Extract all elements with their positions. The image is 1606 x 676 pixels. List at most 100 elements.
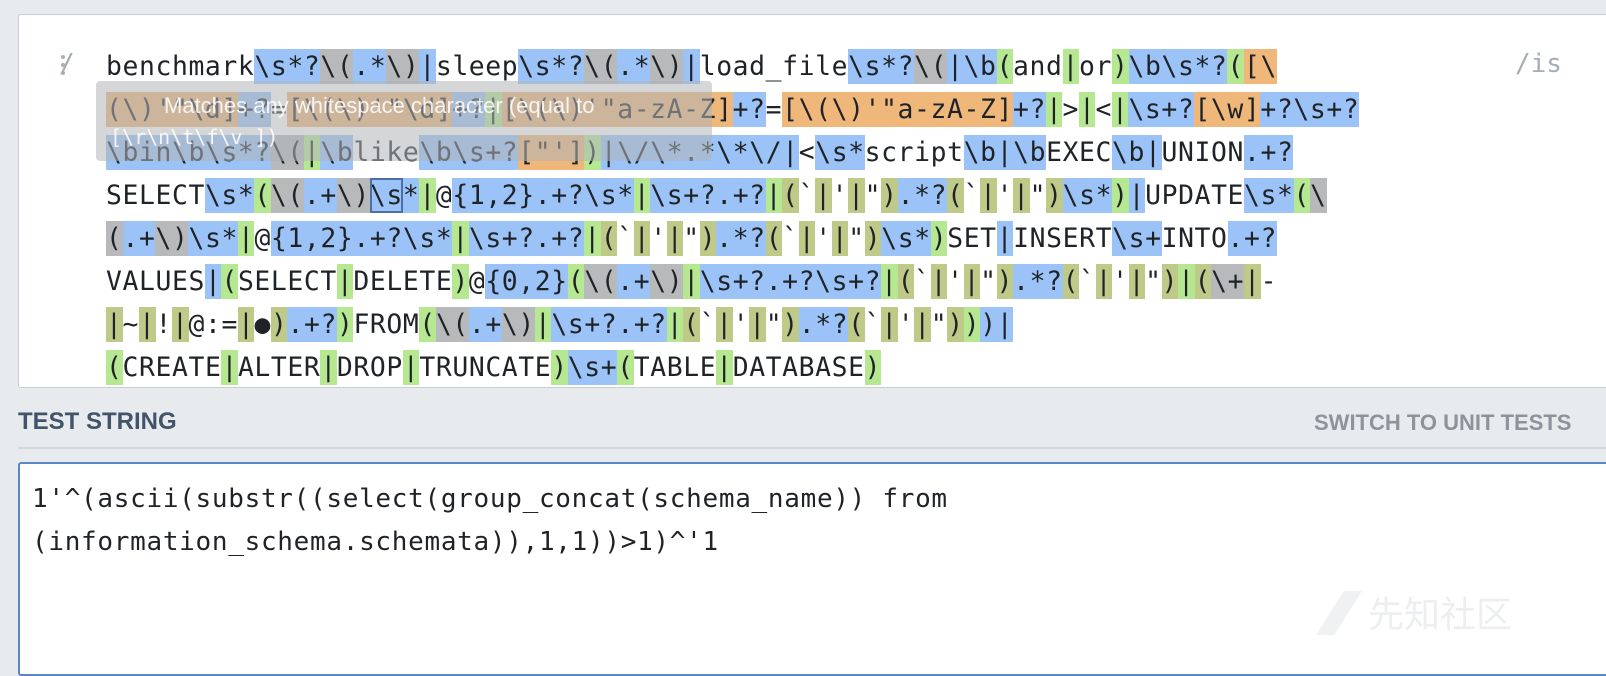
regex-token: | xyxy=(914,307,931,342)
regex-token: \s* xyxy=(204,178,255,213)
regex-token: sleep xyxy=(435,51,519,82)
regex-token: ` xyxy=(617,223,634,254)
regex-token: | xyxy=(320,350,337,385)
regex-token: ) xyxy=(1046,178,1063,213)
regex-token: .+? xyxy=(534,178,585,213)
regex-token: [\ xyxy=(1243,49,1277,84)
regex-token: | xyxy=(996,307,1014,342)
regex-token: ( xyxy=(1194,264,1212,299)
regex-token: EXEC xyxy=(1046,137,1113,168)
regex-token: \s+? xyxy=(551,307,618,342)
regex-token: ) xyxy=(881,178,898,213)
regex-token: .* xyxy=(353,49,387,84)
regex-token: \s* xyxy=(815,135,865,170)
regex-token: ( xyxy=(600,221,618,256)
regex-token: load_file xyxy=(699,51,849,82)
regex-token: | xyxy=(237,307,255,342)
regex-token: \s+ xyxy=(1112,221,1162,256)
regex-token: .* xyxy=(617,49,651,84)
regex-token: .+ xyxy=(468,307,502,342)
regex-token: \s+? xyxy=(650,178,717,213)
regex-token: \s+ xyxy=(567,350,618,385)
regex-token: ) xyxy=(864,221,882,256)
regex-token: ' xyxy=(815,223,832,254)
regex-token: DELETE xyxy=(353,266,453,297)
regex-token: INSERT xyxy=(1013,223,1113,254)
regex-token: ) xyxy=(963,307,981,342)
regex-token: | xyxy=(534,307,552,342)
regex-token: | xyxy=(584,221,601,256)
regex-token: \*\/ xyxy=(716,135,783,170)
regex-token: ( xyxy=(106,221,123,256)
regex-token: | xyxy=(881,264,898,299)
regex-line: |~|!|@:=|●).+?)FROM(\(.+\)|\s+?.+?|(`|'|… xyxy=(106,303,1586,346)
regex-token: @:= xyxy=(188,309,238,340)
regex-token: .*? xyxy=(716,221,766,256)
watermark-text: 先知社区 xyxy=(1368,594,1513,635)
regex-token: \b xyxy=(1013,135,1047,170)
regex-line: (.+\)\s*|@{1,2}.+?\s*|\s+?.+?|(`|'|").*?… xyxy=(106,217,1586,260)
regex-token: | xyxy=(139,307,156,342)
regex-token: " xyxy=(765,309,783,340)
regex-token: \s* xyxy=(188,221,238,256)
regex-token: .+? xyxy=(287,307,337,342)
regex-token: {0,2} xyxy=(485,264,568,299)
regex-token: UPDATE xyxy=(1145,180,1245,211)
regex-token: ) xyxy=(270,307,288,342)
regex-token: ) xyxy=(1112,49,1129,84)
tooltip-text: Matches any whitespace character (equal … xyxy=(164,93,595,118)
regex-token: .*? xyxy=(1013,264,1063,299)
regex-token: | xyxy=(666,221,684,256)
regex-token: ` xyxy=(782,223,799,254)
tooltip-code: [\r\n\t\f\v ]) xyxy=(110,125,279,149)
regex-token: +? xyxy=(1012,92,1046,127)
regex-token: | xyxy=(765,178,783,213)
regex-token: ( xyxy=(106,350,123,385)
regex-token: ( xyxy=(848,307,865,342)
regex-token: ) xyxy=(782,307,799,342)
test-string-line: 1'^(ascii(substr((select(group_concat(sc… xyxy=(32,484,948,514)
regex-token: ( xyxy=(765,221,783,256)
regex-token: ' xyxy=(947,266,964,297)
regex-token: | xyxy=(716,350,733,385)
test-string-input[interactable]: 1'^(ascii(substr((select(group_concat(sc… xyxy=(18,462,1606,676)
regex-token: ( xyxy=(617,350,634,385)
regex-token: ' xyxy=(996,180,1014,211)
regex-token: | xyxy=(996,221,1014,256)
regex-token: " xyxy=(1029,180,1047,211)
regex-token: ) xyxy=(996,264,1014,299)
regex-token: | xyxy=(106,307,123,342)
regex-token: | xyxy=(683,49,700,84)
regex-token: ( xyxy=(996,49,1014,84)
regex-token: \) xyxy=(386,49,420,84)
regex-token: ' xyxy=(732,309,750,340)
regex-token: | xyxy=(1128,178,1146,213)
regex-token: ALTER xyxy=(237,352,321,383)
regex-token: ' xyxy=(650,223,667,254)
regex-token: - xyxy=(1260,266,1278,297)
regex-token: \) xyxy=(650,49,684,84)
regex-token: | xyxy=(1128,264,1146,299)
regex-token: | xyxy=(633,178,651,213)
regex-editor[interactable]: / /is benchmark\s*?\(.*\)|sleep\s*?\(.*\… xyxy=(18,14,1606,388)
regex-token: ` xyxy=(699,309,717,340)
regex-token: | xyxy=(237,221,255,256)
regex-token: SET xyxy=(947,223,997,254)
regex-token: \( xyxy=(584,264,618,299)
regex-token: \) xyxy=(650,264,684,299)
regex-token: ( xyxy=(947,178,964,213)
regex-token: \s xyxy=(369,178,403,213)
regex-token: | xyxy=(881,307,898,342)
regex-token: ) xyxy=(1112,178,1129,213)
switch-to-unit-tests-link[interactable]: SWITCH TO UNIT TESTS xyxy=(1314,410,1571,436)
regex-token: ) xyxy=(336,307,354,342)
regex-token: ! xyxy=(155,309,172,340)
regex-token: | xyxy=(749,307,766,342)
regex-token: | xyxy=(419,178,436,213)
regex-token: | xyxy=(980,178,997,213)
regex-token: \ xyxy=(1310,178,1327,213)
regex-token: ` xyxy=(798,180,816,211)
regex-token: ( xyxy=(419,307,436,342)
regex-token: SELECT xyxy=(106,180,205,211)
test-string-text[interactable]: 1'^(ascii(substr((select(group_concat(sc… xyxy=(32,478,948,564)
